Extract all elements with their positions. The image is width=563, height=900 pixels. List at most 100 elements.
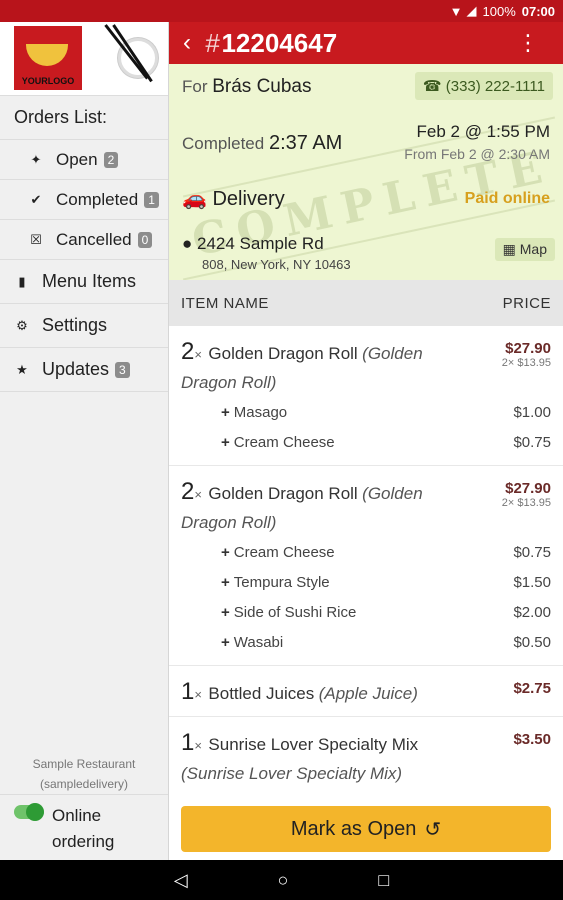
item-price: $2.75 xyxy=(513,680,551,697)
location-pin-icon: ● xyxy=(182,234,193,253)
restaurant-logo: YOURLOGO xyxy=(14,26,82,90)
orders-list-heading: Orders List: xyxy=(0,96,168,140)
clock: 07:00 xyxy=(521,3,555,19)
action-area: Mark as Open ↺ xyxy=(169,790,563,860)
gear-icon: ⚙ xyxy=(16,317,28,333)
map-button[interactable]: ▦ Map xyxy=(494,238,555,261)
item-price: $3.50 xyxy=(513,731,551,748)
modifier-label: Cream Cheese xyxy=(233,433,335,451)
modifier-price: $0.50 xyxy=(513,633,551,651)
customer-row: For Brás Cubas xyxy=(182,76,312,98)
item-name: Golden Dragon Roll xyxy=(208,344,358,363)
modifier-label: Masago xyxy=(233,403,288,421)
item-total: $2.75 xyxy=(513,680,551,697)
back-icon[interactable]: ‹ xyxy=(183,29,191,57)
item-title: 2× Golden Dragon Roll (Golden Dragon Rol… xyxy=(181,478,481,537)
online-ordering-label: Online ordering xyxy=(52,803,114,855)
customer-name: Brás Cubas xyxy=(212,76,312,97)
count-badge: 0 xyxy=(137,231,153,248)
mark-as-open-button[interactable]: Mark as Open ↺ xyxy=(181,806,551,852)
item-price: $27.90 2× $13.95 xyxy=(502,480,551,509)
item-title: 1× Sunrise Lover Specialty Mix (Sunrise … xyxy=(181,729,481,788)
times-symbol: × xyxy=(194,738,202,753)
toggle-switch[interactable] xyxy=(14,803,44,821)
completed-row: Completed 2:37 AM xyxy=(182,132,342,155)
sidebar-item-open[interactable]: ✦ Open 2 xyxy=(0,140,168,180)
online-label-line2: ordering xyxy=(52,832,115,851)
bowl-icon xyxy=(26,44,68,66)
car-icon: 🚗 xyxy=(182,188,207,210)
column-price: PRICE xyxy=(502,294,551,312)
order-item: 2× Golden Dragon Roll (Golden Dragon Rol… xyxy=(169,466,563,666)
item-name: Bottled Juices xyxy=(208,684,315,703)
modifier-row: + Masago $1.00 xyxy=(221,403,551,421)
pin-icon: ✦ xyxy=(30,151,42,167)
address-line2: 808, New York, NY 10463 xyxy=(202,257,351,272)
restaurant-info: Sample Restaurant (sampledelivery) xyxy=(0,754,168,794)
completed-time: 2:37 AM xyxy=(268,132,343,154)
times-symbol: × xyxy=(194,687,202,702)
sidebar-item-cancelled[interactable]: ☒ Cancelled 0 xyxy=(0,220,168,260)
item-unit-price: 2× $13.95 xyxy=(501,497,551,509)
modifier-row: + Cream Cheese $0.75 xyxy=(221,543,551,561)
order-item: 2× Golden Dragon Roll (Golden Dragon Rol… xyxy=(169,326,563,466)
address-street: 2424 Sample Rd xyxy=(197,234,324,253)
modifier-row: + Side of Sushi Rice $2.00 xyxy=(221,603,551,621)
column-item-name: ITEM NAME xyxy=(181,294,269,312)
more-menu-icon[interactable]: ⋮ xyxy=(517,30,539,56)
order-item: 1× Sunrise Lover Specialty Mix (Sunrise … xyxy=(169,717,563,790)
sidebar-item-updates[interactable]: ★ Updates 3 xyxy=(0,348,168,392)
phone-button[interactable]: ☎ (333) 222-1111 xyxy=(414,72,553,100)
item-qty: 1 xyxy=(181,729,195,756)
item-price: $27.90 2× $13.95 xyxy=(502,340,551,369)
logo-area: YOURLOGO xyxy=(0,22,168,96)
items-table-header: ITEM NAME PRICE xyxy=(169,280,563,326)
order-item: 1× Bottled Juices (Apple Juice) $2.75 xyxy=(169,666,563,717)
modifier-price: $1.50 xyxy=(513,573,551,591)
sidebar-item-label: Menu Items xyxy=(42,271,137,291)
count-badge: 2 xyxy=(103,151,119,168)
sidebar-item-settings[interactable]: ⚙ Settings xyxy=(0,304,168,348)
modifier-price: $2.00 xyxy=(513,603,551,621)
back-nav-icon[interactable]: ◁ xyxy=(174,870,188,891)
hash-symbol: # xyxy=(205,27,220,58)
item-name: Sunrise Lover Specialty Mix xyxy=(208,735,419,754)
undo-icon: ↺ xyxy=(424,818,442,841)
modifier-row: + Wasabi $0.50 xyxy=(221,633,551,651)
for-label: For xyxy=(182,77,208,96)
times-symbol: × xyxy=(194,347,202,362)
restaurant-name: Sample Restaurant xyxy=(32,757,136,771)
sidebar-item-label: Completed xyxy=(56,189,139,209)
battery-level: 100% xyxy=(482,3,516,19)
delivery-label: Delivery xyxy=(212,188,285,210)
map-icon: ▦ xyxy=(502,241,516,257)
payment-status: Paid online xyxy=(464,190,550,207)
recents-nav-icon[interactable]: □ xyxy=(378,870,389,891)
sidebar-item-completed[interactable]: ✔ Completed 1 xyxy=(0,180,168,220)
completed-label: Completed xyxy=(182,134,265,153)
x-box-icon: ☒ xyxy=(30,231,42,247)
online-label-line1: Online xyxy=(52,806,102,825)
modifier-price: $1.00 xyxy=(513,403,551,421)
item-total: $3.50 xyxy=(513,731,551,748)
order-header: ‹ # 12204647 ⋮ xyxy=(169,22,563,64)
online-ordering-toggle[interactable]: Online ordering xyxy=(0,794,168,860)
logo-text: YOURLOGO xyxy=(21,76,75,86)
modifier-label: Cream Cheese xyxy=(233,543,335,561)
map-label: Map xyxy=(519,241,547,257)
sidebar-item-label: Cancelled xyxy=(56,229,132,249)
modifier-price: $0.75 xyxy=(513,433,551,451)
item-qty: 1 xyxy=(181,678,195,705)
wifi-icon: ▼ xyxy=(449,3,463,19)
sidebar-item-label: Updates xyxy=(42,359,110,379)
sidebar-item-menu-items[interactable]: ▮ Menu Items xyxy=(0,260,168,304)
modifier-row: + Tempura Style $1.50 xyxy=(221,573,551,591)
item-title: 1× Bottled Juices (Apple Juice) xyxy=(181,678,481,708)
order-from-date: From Feb 2 @ 2:30 AM xyxy=(404,146,550,162)
system-nav-bar: ◁ ○ □ xyxy=(0,860,563,900)
signal-icon: ◢ xyxy=(466,3,477,18)
item-option: (Sunrise Lover Specialty Mix) xyxy=(181,764,403,783)
home-nav-icon[interactable]: ○ xyxy=(278,870,289,891)
item-title: 2× Golden Dragon Roll (Golden Dragon Rol… xyxy=(181,338,481,397)
book-icon: ▮ xyxy=(18,273,26,289)
